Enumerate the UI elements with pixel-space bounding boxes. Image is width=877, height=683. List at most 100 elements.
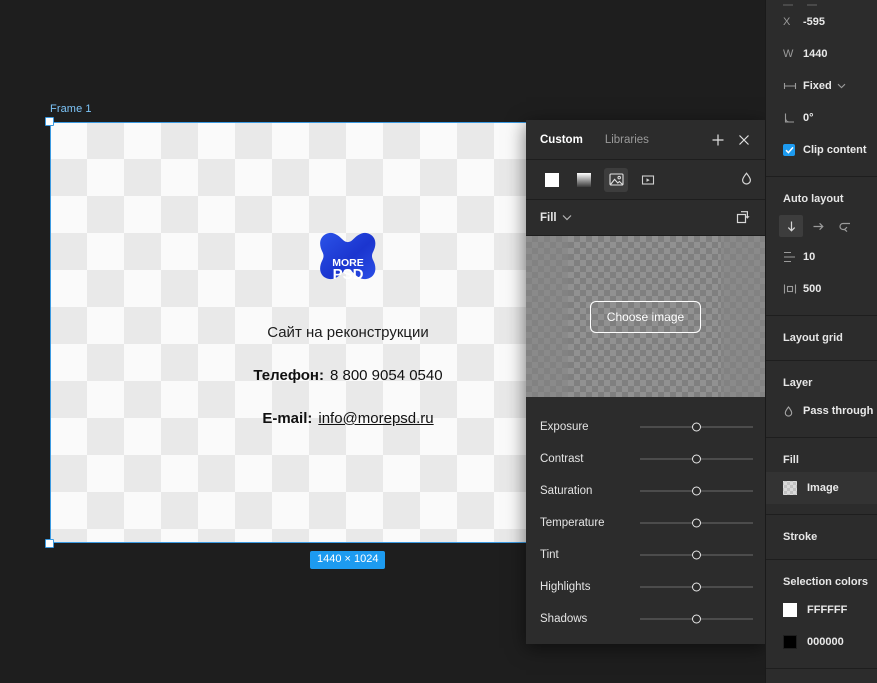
saturation-slider[interactable] xyxy=(640,484,753,498)
email-label: E-mail: xyxy=(262,410,313,427)
direction-horizontal-icon[interactable] xyxy=(806,215,830,237)
exposure-slider[interactable] xyxy=(640,420,753,434)
x-position-row[interactable]: X -595 xyxy=(766,6,877,38)
morepsd-logo: MORE PSD xyxy=(312,232,384,298)
layout-grid-title: Layout grid xyxy=(783,332,843,344)
adjustment-label: Tint xyxy=(540,549,559,561)
phone-label: Телефон: xyxy=(253,367,324,384)
site-tagline: Сайт на реконструкции xyxy=(267,324,429,341)
stroke-title: Stroke xyxy=(783,531,818,543)
selection-color-hex: 000000 xyxy=(807,636,844,648)
close-icon[interactable] xyxy=(731,127,757,153)
auto-layout-title: Auto layout xyxy=(783,193,844,205)
horizontal-resize-icon xyxy=(783,81,803,91)
fill-type-selector[interactable] xyxy=(526,160,765,200)
phone-value: 8 800 9054 0540 xyxy=(329,367,443,384)
adjustment-row-shadows: Shadows xyxy=(540,603,753,635)
tab-custom[interactable]: Custom xyxy=(540,134,583,146)
rotate-icon[interactable] xyxy=(736,208,752,227)
fill-image-row[interactable]: Image xyxy=(766,472,877,504)
selection-colors-title: Selection colors xyxy=(783,576,868,588)
width-row[interactable]: W 1440 xyxy=(766,38,877,70)
width-value[interactable]: 1440 xyxy=(803,48,827,60)
gap-value[interactable]: 10 xyxy=(803,251,815,263)
angle-icon xyxy=(783,112,803,124)
selection-color-row[interactable]: FFFFFF xyxy=(766,594,877,626)
chevron-down-icon[interactable] xyxy=(837,80,846,92)
frame-label[interactable]: Frame 1 xyxy=(50,103,92,115)
slider-knob[interactable] xyxy=(692,454,701,464)
fill-type-solid-icon[interactable] xyxy=(540,168,564,192)
selection-colors-section: Selection colors FFFFFF 000000 xyxy=(766,560,877,669)
figma-app-window: Frame 1 MORE PSD Сайт на реконструкции Т… xyxy=(0,0,877,683)
adjustment-row-highlights: Highlights xyxy=(540,571,753,603)
gap-row[interactable]: 10 xyxy=(766,241,877,273)
auto-layout-direction-group[interactable] xyxy=(766,211,877,241)
adjustment-label: Highlights xyxy=(540,581,591,593)
blend-mode-row[interactable]: Pass through xyxy=(766,395,877,427)
sizing-mode-value[interactable]: Fixed xyxy=(803,80,832,92)
adjustment-label: Shadows xyxy=(540,613,588,625)
adjustment-row-tint: Tint xyxy=(540,539,753,571)
fill-picker-panel[interactable]: Custom Libraries Fill Choose image Expos… xyxy=(526,120,765,644)
fill-type-gradient-icon[interactable] xyxy=(572,168,596,192)
layer-section: Layer Pass through xyxy=(766,361,877,438)
resize-handle-bottom-left[interactable] xyxy=(45,539,54,548)
slider-knob[interactable] xyxy=(692,518,701,528)
slider-knob[interactable] xyxy=(692,614,701,624)
choose-image-button[interactable]: Choose image xyxy=(589,300,702,333)
sizing-mode-row[interactable]: Fixed xyxy=(766,70,877,102)
adjustment-label: Exposure xyxy=(540,421,589,433)
tint-slider[interactable] xyxy=(640,548,753,562)
clip-content-row[interactable]: Clip content xyxy=(766,134,877,166)
slider-knob[interactable] xyxy=(692,422,701,432)
fill-panel-header-actions xyxy=(705,120,757,160)
fill-type-image-icon[interactable] xyxy=(604,167,628,192)
padding-value[interactable]: 500 xyxy=(803,283,821,295)
fill-type-video-icon[interactable] xyxy=(636,168,660,192)
temperature-slider[interactable] xyxy=(640,516,753,530)
padding-row[interactable]: 500 xyxy=(766,273,877,305)
color-swatch-white[interactable] xyxy=(783,603,797,617)
auto-layout-section: Auto layout 10 500 xyxy=(766,177,877,316)
fill-section: Fill Image xyxy=(766,438,877,515)
rotation-value[interactable]: 0° xyxy=(803,112,814,124)
add-icon[interactable] xyxy=(705,127,731,153)
fill-image-swatch[interactable] xyxy=(783,481,797,495)
x-position-value[interactable]: -595 xyxy=(803,16,825,28)
width-label: W xyxy=(783,48,794,60)
color-swatch-black[interactable] xyxy=(783,635,797,649)
properties-sidebar[interactable]: X -595 W 1440 Fixed 0° Clip content Auto… xyxy=(765,0,877,683)
direction-wrap-icon[interactable] xyxy=(833,215,857,237)
image-preview[interactable]: Choose image xyxy=(526,236,765,397)
blend-mode-value[interactable]: Pass through xyxy=(803,405,873,417)
slider-knob[interactable] xyxy=(692,486,701,496)
contrast-slider[interactable] xyxy=(640,452,753,466)
padding-icon xyxy=(783,283,803,295)
highlights-slider[interactable] xyxy=(640,580,753,594)
adjustment-row-exposure: Exposure xyxy=(540,411,753,443)
slider-knob[interactable] xyxy=(692,582,701,592)
layer-title: Layer xyxy=(783,377,813,389)
slider-knob[interactable] xyxy=(692,550,701,560)
x-axis-label: X xyxy=(783,16,791,28)
fill-image-label: Image xyxy=(807,482,839,494)
rotation-row[interactable]: 0° xyxy=(766,102,877,134)
gap-icon xyxy=(783,251,803,263)
chevron-down-icon[interactable] xyxy=(562,212,572,224)
shadows-slider[interactable] xyxy=(640,612,753,626)
layout-grid-section: Layout grid xyxy=(766,316,877,361)
adjustment-label: Saturation xyxy=(540,485,593,497)
position-section: X -595 W 1440 Fixed 0° Clip content xyxy=(766,0,877,177)
resize-handle-top-left[interactable] xyxy=(45,117,54,126)
adjustment-label: Temperature xyxy=(540,517,605,529)
fill-property-row[interactable]: Fill xyxy=(526,200,765,236)
fill-row-label: Fill xyxy=(540,211,557,224)
blend-mode-droplet-icon[interactable] xyxy=(740,171,753,189)
direction-vertical-icon[interactable] xyxy=(779,215,803,237)
clip-content-checkbox[interactable] xyxy=(783,144,803,156)
tab-libraries[interactable]: Libraries xyxy=(605,134,649,146)
email-link[interactable]: info@morepsd.ru xyxy=(318,410,433,427)
email-row: E-mail: info@morepsd.ru xyxy=(262,410,433,427)
selection-color-row[interactable]: 000000 xyxy=(766,626,877,658)
